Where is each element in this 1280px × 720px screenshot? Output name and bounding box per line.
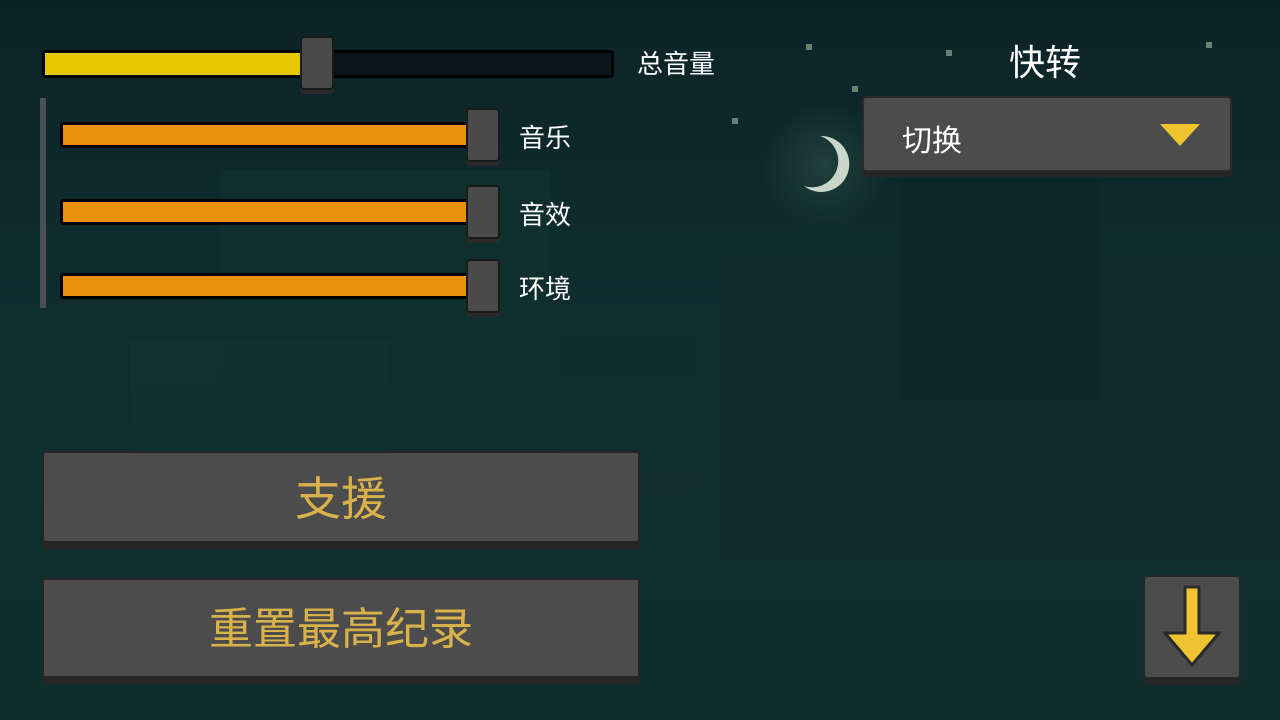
scroll-down-button[interactable] [1143,575,1241,679]
sfx-volume-handle[interactable] [466,185,500,239]
sfx-volume-fill [63,202,497,222]
quick-switch-dropdown[interactable]: 切换 [862,96,1232,172]
support-button[interactable]: 支援 [42,451,640,543]
sfx-volume-label: 音效 [519,201,572,231]
arrow-down-icon [1161,585,1223,668]
music-volume-handle[interactable] [466,108,500,162]
ambient-volume-handle[interactable] [466,259,500,313]
master-volume-slider[interactable] [42,36,614,92]
music-volume-slider[interactable] [60,108,500,162]
music-volume-fill [63,125,497,145]
reset-highscore-button[interactable]: 重置最高纪录 [42,578,640,678]
master-volume-handle[interactable] [299,36,334,90]
moon-icon [804,135,850,192]
ambient-volume-fill [63,276,497,296]
sub-volume-group-line [40,98,46,308]
ambient-volume-slider[interactable] [60,259,500,313]
ambient-volume-label: 环境 [519,275,572,305]
chevron-down-icon [1160,124,1200,146]
reset-highscore-label: 重置最高纪录 [209,604,473,655]
music-volume-label: 音乐 [519,124,572,154]
master-volume-label: 总音量 [637,50,716,80]
dropdown-value: 切换 [902,124,962,159]
sfx-volume-slider[interactable] [60,185,500,239]
support-button-label: 支援 [295,472,387,526]
master-volume-fill [45,53,317,75]
quick-switch-title: 快转 [1008,43,1081,84]
